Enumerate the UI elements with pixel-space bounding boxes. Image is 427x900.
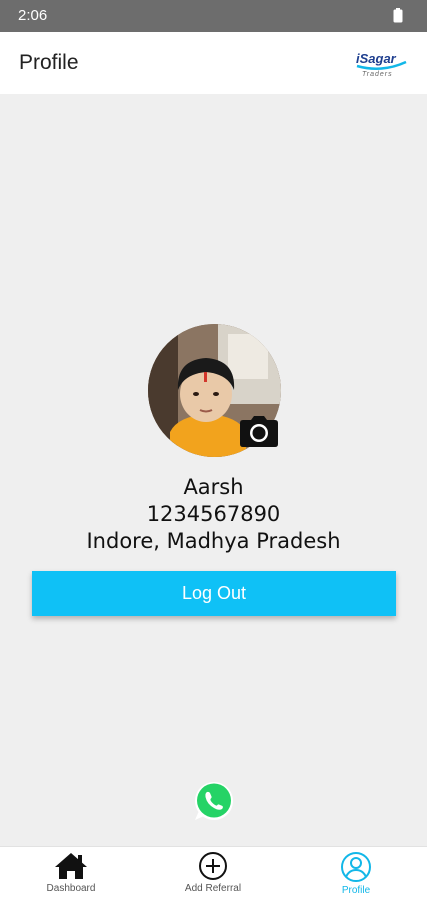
logout-button[interactable]: Log Out — [32, 571, 396, 616]
nav-label-profile: Profile — [341, 885, 371, 896]
brand-logo-text: iSagar — [356, 51, 397, 66]
plus-circle-icon — [199, 852, 227, 880]
profile-phone: 1234567890 — [146, 502, 281, 526]
profile-info: Aarsh 1234567890 Indore, Madhya Pradesh — [0, 474, 427, 555]
app-header: Profile iSagar Traders — [0, 32, 427, 94]
camera-icon[interactable] — [239, 414, 279, 448]
brand-logo-subtext: Traders — [362, 71, 393, 78]
whatsapp-icon[interactable] — [192, 779, 236, 823]
nav-item-add-referral[interactable]: Add Referral — [142, 847, 284, 900]
page-title: Profile — [19, 51, 79, 74]
status-time: 2:06 — [18, 7, 48, 24]
home-icon — [55, 853, 87, 879]
status-bar: 2:06 — [0, 0, 427, 32]
profile-name: Aarsh — [183, 475, 244, 499]
bottom-nav: Dashboard Add Referral Profile — [0, 846, 427, 900]
profile-content: Aarsh 1234567890 Indore, Madhya Pradesh … — [0, 94, 427, 846]
avatar-container[interactable] — [148, 324, 281, 457]
profile-location: Indore, Madhya Pradesh — [86, 529, 341, 553]
user-circle-icon — [341, 852, 371, 882]
nav-label-add-referral: Add Referral — [184, 883, 242, 894]
nav-item-profile[interactable]: Profile — [285, 847, 427, 900]
nav-item-dashboard[interactable]: Dashboard — [0, 847, 142, 900]
brand-logo: iSagar Traders — [356, 51, 407, 78]
nav-label-dashboard: Dashboard — [46, 883, 96, 894]
battery-icon — [393, 8, 403, 23]
